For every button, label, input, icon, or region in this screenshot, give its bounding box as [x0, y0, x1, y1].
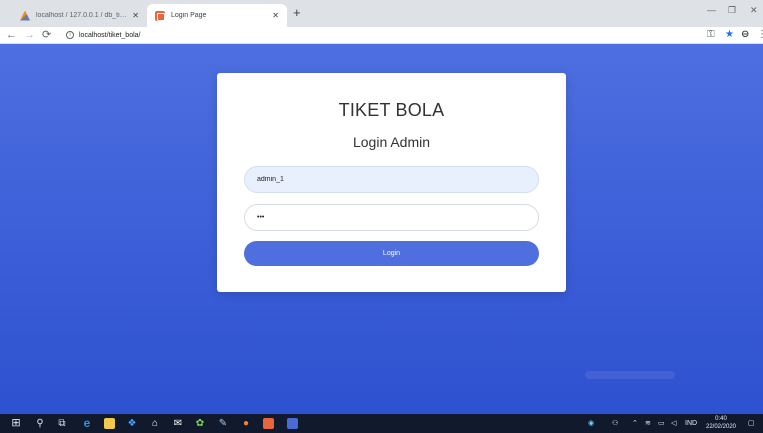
- tab-title: Login Page: [171, 12, 207, 19]
- close-window-button[interactable]: ✕: [750, 5, 758, 16]
- paint-icon[interactable]: ✎: [217, 417, 229, 430]
- username-input[interactable]: [244, 166, 539, 193]
- site-title: TIKET BOLA: [338, 100, 445, 120]
- dropbox-icon[interactable]: ❖: [126, 417, 138, 430]
- tab-title: localhost / 127.0.0.1 / db_tiket_b: [36, 12, 129, 19]
- search-icon[interactable]: ⚲: [34, 417, 46, 430]
- clock[interactable]: 0:40 22/02/2020: [703, 415, 739, 431]
- phpmyadmin-icon: [20, 10, 30, 21]
- login-card: TIKET BOLA Login Admin Login: [217, 73, 566, 292]
- forward-arrow-icon[interactable]: →: [24, 28, 35, 42]
- close-tab-icon[interactable]: ✕: [132, 11, 139, 20]
- url-text: localhost/tiket_bola/: [79, 31, 141, 39]
- login-page-icon: [155, 10, 165, 21]
- weather-icon[interactable]: ◉: [588, 417, 594, 430]
- vscode-icon[interactable]: [287, 418, 298, 429]
- tab-login-page[interactable]: Login Page ✕: [147, 4, 287, 27]
- key-icon[interactable]: ⚿: [707, 29, 715, 41]
- login-subtitle: Login Admin: [352, 134, 431, 150]
- volume-icon[interactable]: ◁: [671, 417, 676, 430]
- edge-browser-icon[interactable]: e: [80, 417, 94, 430]
- close-tab-icon[interactable]: ✕: [272, 11, 279, 20]
- clock-date: 22/02/2020: [705, 424, 737, 430]
- notification-icon[interactable]: ▢: [748, 417, 755, 430]
- new-tab-button[interactable]: +: [293, 5, 301, 20]
- chevron-up-icon[interactable]: ⌃: [632, 417, 638, 430]
- login-button[interactable]: Login: [244, 241, 539, 266]
- back-arrow-icon[interactable]: ←: [6, 28, 17, 42]
- password-input[interactable]: [244, 204, 539, 231]
- windows-start-icon[interactable]: ⊞: [10, 417, 22, 430]
- taskbar: ⊞ ⚲ ⧉ e ❖ ⌂ ✉ ✿ ✎ ● ◉ ⚇ ⌃ ≋ ▭ ◁ IND 0:40…: [0, 414, 763, 433]
- browser-tab-bar: localhost / 127.0.0.1 / db_tiket_b ✕ Log…: [0, 0, 763, 27]
- task-view-icon[interactable]: ⧉: [56, 417, 68, 430]
- app-icon[interactable]: ✿: [194, 417, 206, 430]
- maximize-button[interactable]: ❐: [728, 5, 736, 16]
- firefox-icon[interactable]: ●: [240, 417, 252, 430]
- info-icon[interactable]: i: [66, 31, 74, 39]
- page-background: TIKET BOLA Login Admin Login: [0, 44, 763, 414]
- url-field[interactable]: i localhost/tiket_bola/: [66, 28, 706, 42]
- reload-icon[interactable]: ⟳: [42, 28, 51, 42]
- battery-icon[interactable]: ▭: [658, 417, 665, 430]
- language-indicator[interactable]: IND: [685, 417, 697, 430]
- clock-time: 0:40: [715, 416, 727, 422]
- profile-icon[interactable]: ⊖: [741, 29, 749, 41]
- menu-icon[interactable]: ⋮: [757, 29, 763, 41]
- mail-icon[interactable]: ✉: [172, 417, 184, 430]
- tab-phpmyadmin[interactable]: localhost / 127.0.0.1 / db_tiket_b ✕: [12, 4, 147, 27]
- star-icon[interactable]: ★: [725, 29, 734, 41]
- file-explorer-icon[interactable]: [104, 418, 115, 429]
- minimize-button[interactable]: —: [707, 5, 716, 15]
- xampp-icon[interactable]: [263, 418, 274, 429]
- wifi-icon[interactable]: ≋: [645, 417, 651, 430]
- store-icon[interactable]: ⌂: [149, 417, 161, 430]
- people-icon[interactable]: ⚇: [612, 417, 618, 430]
- address-bar: ← → ⟳ i localhost/tiket_bola/ ⚿ ★ ⊖ ⋮: [0, 27, 763, 44]
- faint-overlay: [585, 371, 675, 379]
